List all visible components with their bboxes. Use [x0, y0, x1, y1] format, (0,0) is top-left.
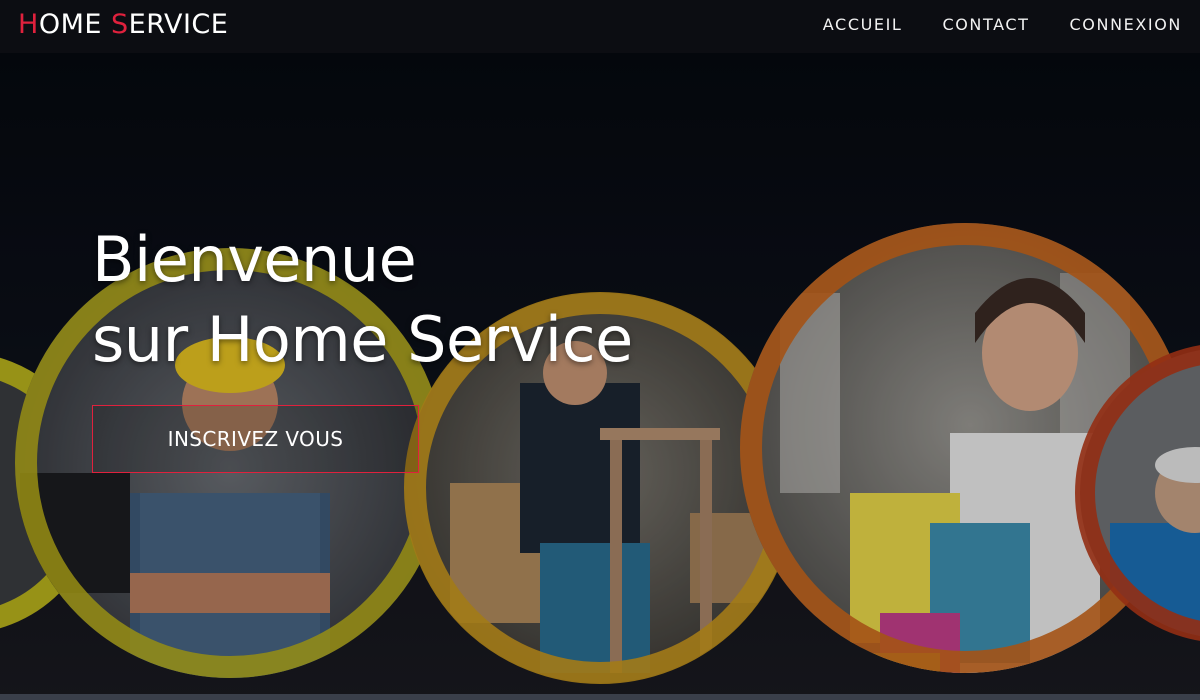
logo-text-ome: OME: [38, 9, 112, 40]
logo-initial-s: S: [111, 9, 129, 40]
site-logo[interactable]: HOME SERVICE: [18, 8, 228, 42]
logo-initial-h: H: [18, 9, 39, 40]
hero-title: Bienvenue sur Home Service: [92, 220, 633, 380]
logo-text-ervice: ERVICE: [128, 9, 229, 40]
nav-link-contact[interactable]: CONTACT: [942, 14, 1029, 36]
nav-link-connexion[interactable]: CONNEXION: [1070, 14, 1182, 36]
nav-link-accueil[interactable]: ACCUEIL: [823, 14, 903, 36]
signup-button[interactable]: INSCRIVEZ VOUS: [92, 405, 419, 473]
navbar: HOME SERVICE ACCUEIL CONTACT CONNEXION: [0, 0, 1200, 53]
hero-title-line-1: Bienvenue: [92, 223, 417, 296]
bottom-divider: [0, 694, 1200, 700]
main-nav: ACCUEIL CONTACT CONNEXION: [823, 14, 1182, 36]
hero-title-line-2: sur Home Service: [92, 303, 633, 376]
page: HOME SERVICE ACCUEIL CONTACT CONNEXION B…: [0, 0, 1200, 700]
